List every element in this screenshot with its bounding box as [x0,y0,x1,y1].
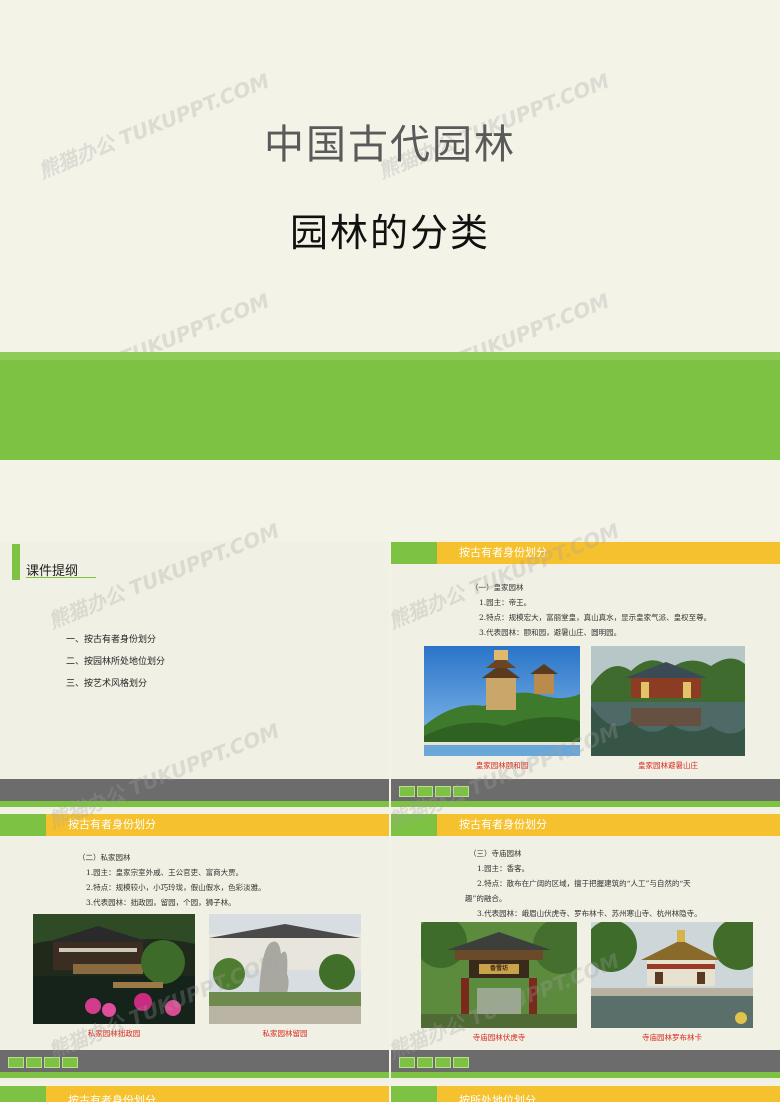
cover-title: 中国古代园林 [264,122,516,168]
outline-item: 三、按艺术风格划分 [66,679,148,689]
outline-underline [26,577,96,578]
nav-square[interactable] [8,1057,24,1068]
body-line: 1.园主：香客。 [477,864,530,873]
outline-accent-bar [12,544,20,580]
body-line: 趣”的融合。 [465,894,507,903]
body-line: 3.代表园林：拙政园，留园，个园，狮子林。 [86,898,236,907]
header-green-block [391,542,437,564]
body-line: 2.特点：散布在广阔的区域，擅于把握建筑的“人工”与自然的“天 [477,879,691,888]
body-line: 2.特点：规模较小，小巧玲珑，假山假水，色彩淡雅。 [86,883,266,892]
footer-green-line [0,1072,389,1078]
photo-norbulingka [591,922,753,1028]
slide-partial-right: 按所处地位划分 [391,1086,780,1102]
body-line: 2.特点：规模宏大，富丽堂皇，真山真水，显示皇家气派、皇权至尊。 [479,613,712,622]
body-line: 1.园主：皇家宗室外戚、王公官吏、富商大贾。 [86,868,244,877]
slide-header: 按古有者身份划分 [46,814,389,836]
nav-square[interactable] [453,1057,469,1068]
photo-caption: 皇家园林避暑山庄 [638,761,698,770]
footer-green-line [391,1072,780,1078]
header-green-block [391,1086,437,1102]
temple-plaque-text: 香雪坊 [489,965,508,972]
nav-square[interactable] [435,1057,451,1068]
photo-caption: 寺庙园林罗布林卡 [642,1033,702,1042]
nav-square[interactable] [26,1057,42,1068]
body-line: 3.代表园林：峨眉山伏虎寺、罗布林卡、苏州寒山寺、杭州林隐寺。 [477,909,702,918]
photo-caption: 私家园林留园 [262,1029,308,1038]
header-green-block [0,1086,46,1102]
footer-bar [0,779,389,801]
body-line: 3.代表园林：颐和园，避暑山庄、圆明园。 [479,628,622,637]
nav-square[interactable] [417,1057,433,1068]
cover-subtitle: 园林的分类 [289,211,490,255]
cover-green-band-highlight [0,352,780,360]
outline-item: 二、按园林所处地位划分 [66,657,166,667]
slide-header: 按古有者身份划分 [437,814,780,836]
header-green-block [0,814,46,836]
cover-green-band [0,352,780,460]
slide-header: 按所处地位划分 [437,1086,780,1102]
slide-header: 按古有者身份划分 [46,1086,389,1102]
section-title: （二）私家园林 [78,853,131,862]
slide-partial-left: 按古有者身份划分 [0,1086,389,1102]
section-title: （三）寺庙园林 [469,849,522,858]
outline-item: 一、按古有者身份划分 [66,635,157,645]
body-line: 1.园主：帝王。 [479,598,532,607]
